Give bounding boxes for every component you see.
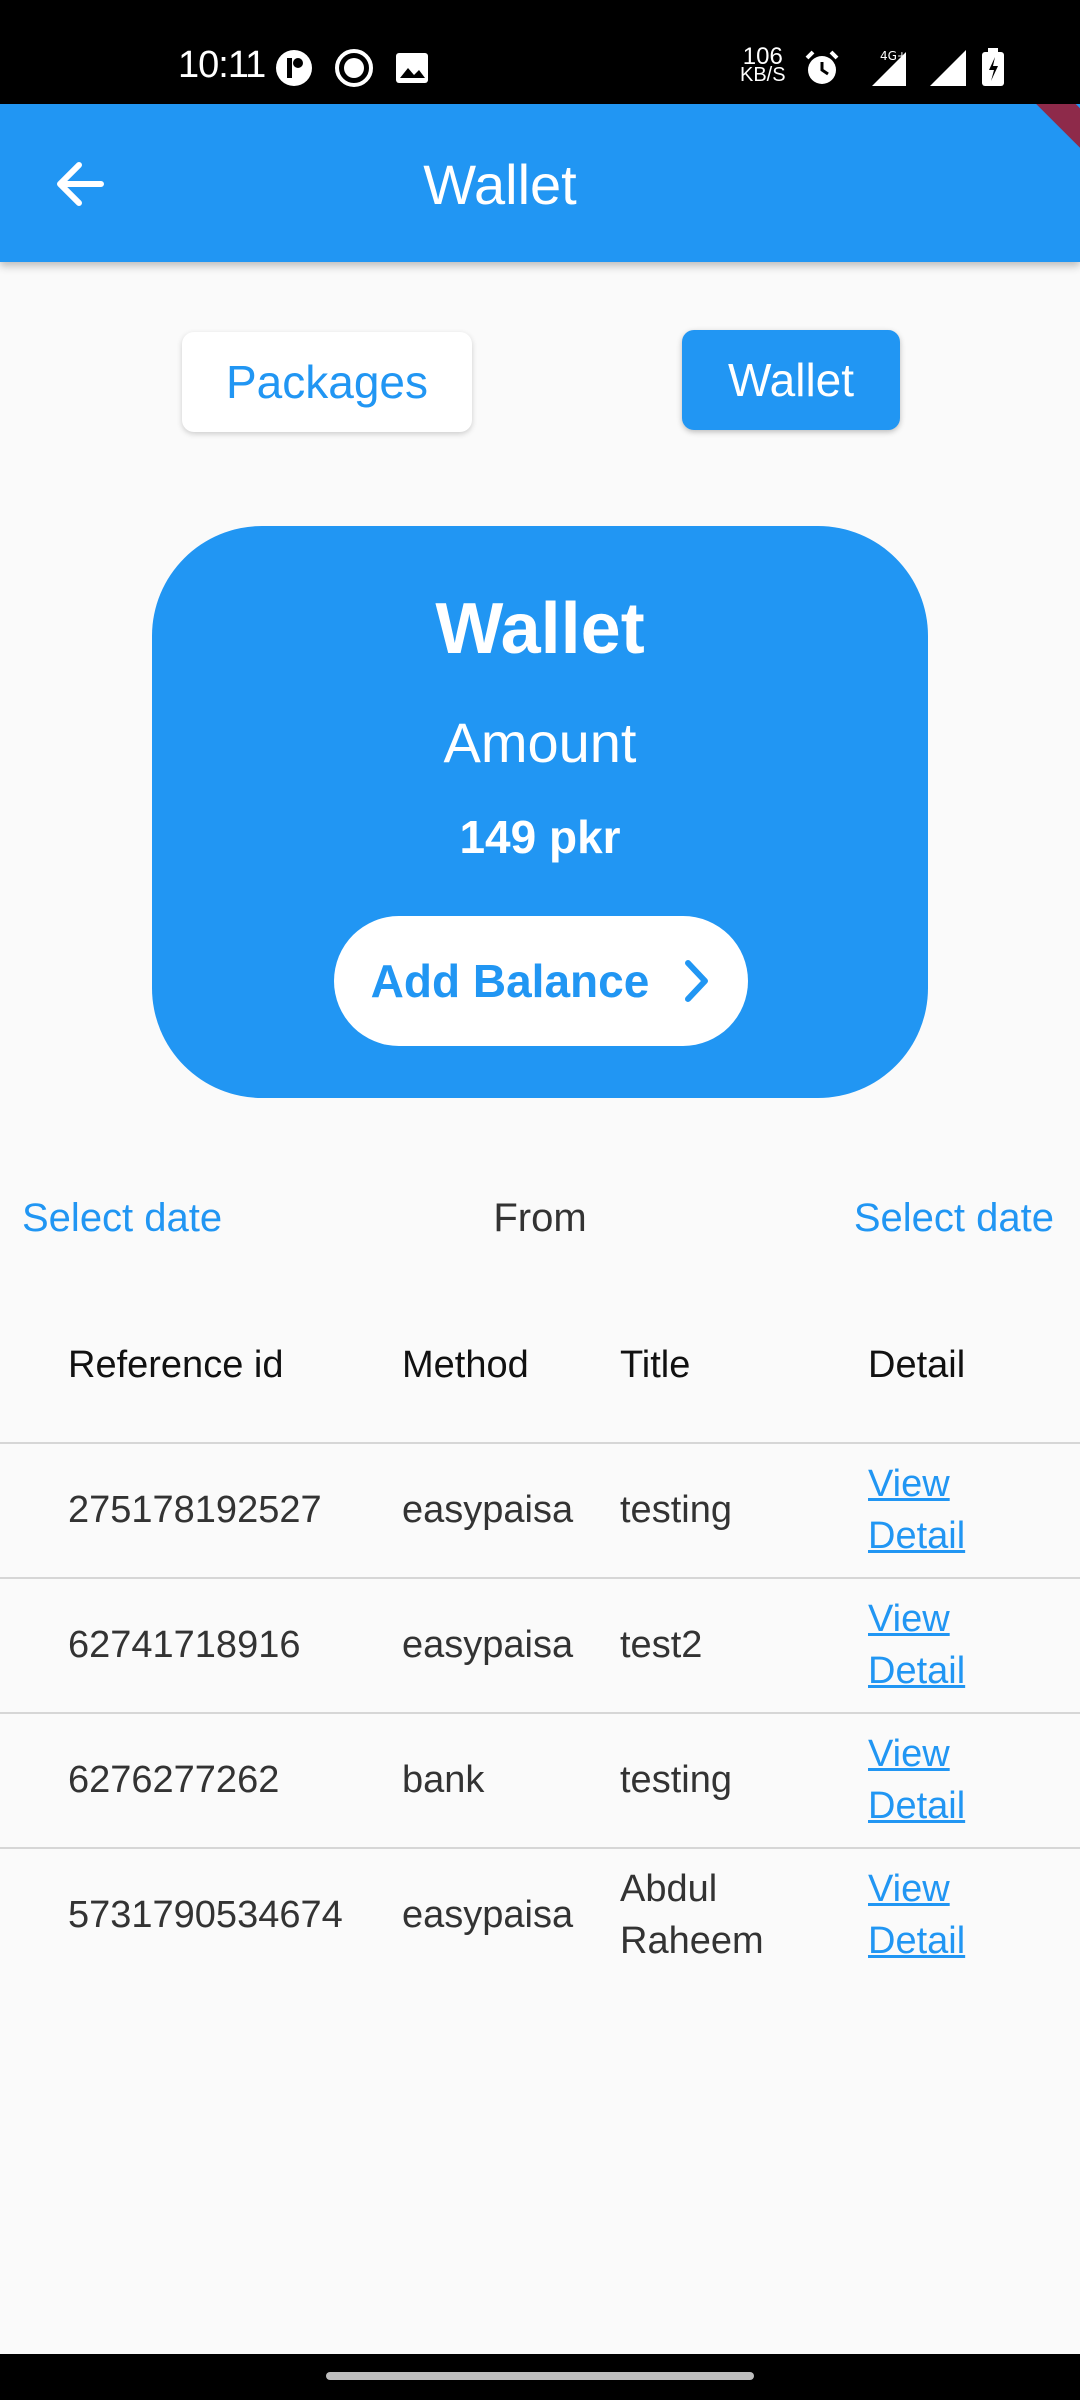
cell-reference-id: 6276277262 — [68, 1759, 280, 1801]
view-detail-line-1: View — [868, 1463, 950, 1505]
cell-method: easypaisa — [402, 1489, 574, 1531]
header-method: Method — [402, 1344, 529, 1386]
cell-reference-id: 62741718916 — [68, 1624, 301, 1666]
wallet-balance-amount: 149 pkr — [459, 811, 621, 863]
view-detail-line-2: Detail — [868, 1515, 966, 1557]
header-detail: Detail — [868, 1344, 966, 1386]
wallet-card: Wallet Amount 149 pkr Add Balance — [152, 526, 928, 1098]
view-detail-link[interactable]: View Detail — [868, 1593, 965, 1697]
view-detail-line-2: Detail — [868, 1785, 966, 1827]
select-start-date-button[interactable]: Select date — [22, 1196, 222, 1241]
cell-method: easypaisa — [402, 1624, 574, 1666]
table-row: 62741718916 easypaisa test2 View Detail — [0, 1579, 1080, 1714]
table-row: 6276277262 bank testing View Detail — [0, 1714, 1080, 1849]
packages-tab-button[interactable]: Packages — [182, 332, 472, 432]
cell-reference-id: 5731790534674 — [68, 1894, 343, 1936]
header-reference-id: Reference id — [68, 1344, 284, 1386]
status-time: 10:11 — [178, 44, 266, 86]
table-row: 275178192527 easypaisa testing View Deta… — [0, 1444, 1080, 1579]
cell-title-line-1: Abdul — [620, 1868, 718, 1910]
view-detail-link[interactable]: View Detail — [868, 1458, 965, 1562]
transactions-table: Reference id Method Title Detail 2751781… — [0, 1304, 1080, 1984]
chevron-right-icon — [683, 958, 711, 1004]
table-header: Reference id Method Title Detail — [0, 1304, 1080, 1444]
svg-text:4G+: 4G+ — [880, 49, 907, 63]
wallet-card-subtitle: Amount — [443, 711, 637, 774]
view-detail-line-2: Detail — [868, 1650, 966, 1692]
alarm-icon — [802, 48, 842, 88]
cell-method: easypaisa — [402, 1894, 574, 1936]
cell-title: test2 — [620, 1624, 703, 1666]
cell-title-line-2: Raheem — [620, 1920, 764, 1962]
battery-icon — [980, 48, 1020, 88]
cell-title: testing — [620, 1759, 732, 1801]
page-title: Wallet — [423, 153, 577, 216]
image-icon — [392, 48, 432, 88]
cell-title: testing — [620, 1489, 732, 1531]
record-icon — [334, 48, 374, 88]
view-detail-line-2: Detail — [868, 1920, 966, 1962]
cell-title: Abdul Raheem — [620, 1863, 764, 1967]
status-bar: 10:11 106 KB/S 4G+ — [0, 0, 1080, 104]
view-detail-line-1: View — [868, 1868, 950, 1910]
wallet-tab-button[interactable]: Wallet — [682, 330, 900, 430]
cell-reference-id: 275178192527 — [68, 1489, 322, 1531]
view-detail-link[interactable]: View Detail — [868, 1863, 965, 1967]
select-end-date-button[interactable]: Select date — [854, 1196, 1054, 1241]
cell-method: bank — [402, 1759, 485, 1801]
speed-unit: KB/S — [740, 64, 786, 86]
header-title: Title — [620, 1344, 691, 1386]
navigation-bar — [0, 2354, 1080, 2400]
app-bar: Wallet — [0, 104, 1080, 262]
network-speed: 106 KB/S — [740, 45, 786, 86]
add-balance-label: Add Balance — [370, 955, 650, 1007]
signal-icon: 4G+ — [866, 48, 907, 88]
view-detail-line-1: View — [868, 1598, 950, 1640]
signal-icon — [928, 48, 968, 88]
debug-banner — [1020, 104, 1080, 164]
wallet-card-title: Wallet — [435, 589, 645, 669]
home-gesture-handle[interactable] — [326, 2372, 754, 2380]
view-detail-link[interactable]: View Detail — [868, 1728, 965, 1832]
table-row: 5731790534674 easypaisa Abdul Raheem Vie… — [0, 1849, 1080, 1984]
add-balance-button[interactable]: Add Balance — [334, 916, 748, 1046]
notification-icon — [274, 48, 314, 88]
view-detail-line-1: View — [868, 1733, 950, 1775]
